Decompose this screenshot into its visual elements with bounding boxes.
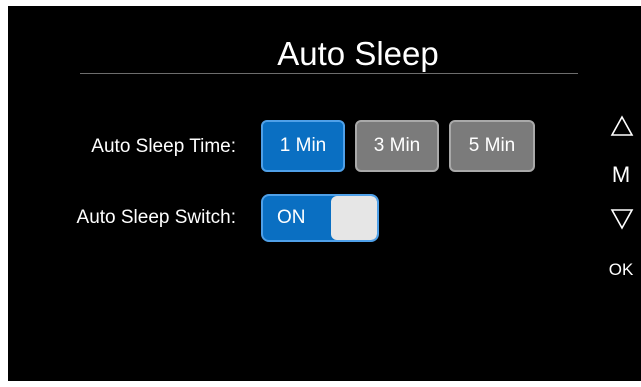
option-1-min-button[interactable]: 1 Min	[261, 120, 345, 172]
toggle-state-label: ON	[277, 207, 306, 228]
screen: Auto Sleep Auto Sleep Time: 1 Min 3 Min …	[8, 6, 641, 381]
auto-sleep-time-label: Auto Sleep Time:	[91, 136, 236, 157]
auto-sleep-toggle[interactable]: ON	[261, 194, 379, 242]
menu-key[interactable]: M	[606, 160, 636, 190]
option-3-min-button[interactable]: 3 Min	[355, 120, 439, 172]
title-divider	[80, 73, 578, 74]
page-title: Auto Sleep	[277, 35, 439, 72]
down-triangle-icon[interactable]	[608, 207, 636, 235]
toggle-knob	[331, 196, 377, 240]
ok-key[interactable]: OK	[604, 258, 638, 282]
up-triangle-icon[interactable]	[608, 114, 636, 142]
option-5-min-button[interactable]: 5 Min	[449, 120, 535, 172]
auto-sleep-switch-label: Auto Sleep Switch:	[76, 207, 236, 228]
